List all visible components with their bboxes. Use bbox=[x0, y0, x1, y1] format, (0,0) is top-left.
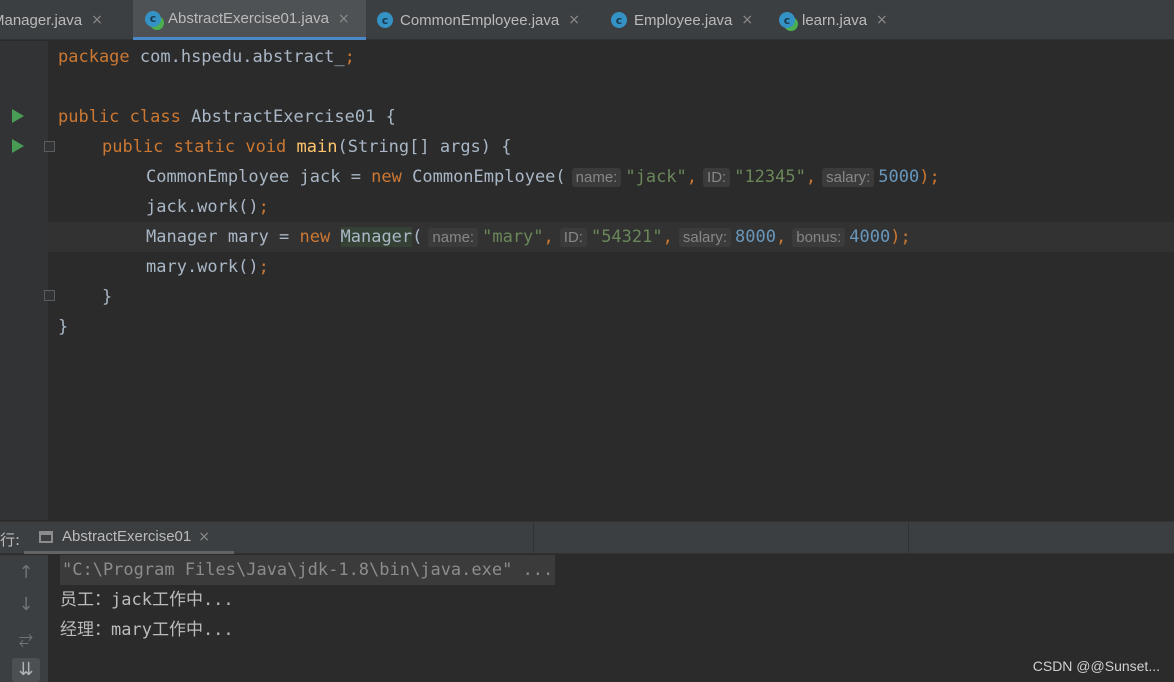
scroll-to-end-icon[interactable]: ⇊ bbox=[12, 658, 40, 682]
comma: , bbox=[805, 167, 817, 187]
code-text: ); bbox=[890, 227, 911, 247]
comma: , bbox=[662, 227, 673, 247]
code-text: ); bbox=[919, 167, 940, 187]
watermark: CSDN @@Sunset... bbox=[1032, 658, 1160, 674]
class-icon: c bbox=[779, 12, 795, 28]
class-icon: c bbox=[611, 12, 627, 28]
console-line: "C:\Program Files\Java\jdk-1.8\bin\java.… bbox=[60, 555, 556, 585]
run-class-icon[interactable] bbox=[12, 109, 24, 123]
close-icon[interactable]: × bbox=[198, 529, 210, 545]
tab-learn[interactable]: c learn.java × bbox=[779, 0, 888, 40]
code-text: mary.work() bbox=[146, 257, 259, 277]
code-text: CommonEmployee( bbox=[401, 167, 566, 187]
tab-commonemployee[interactable]: c CommonEmployee.java × bbox=[377, 0, 580, 40]
keyword: new bbox=[299, 227, 331, 247]
code-text: ( bbox=[412, 227, 423, 247]
keyword: class bbox=[129, 107, 181, 127]
param-hint: bonus: bbox=[792, 228, 846, 247]
string-literal: "jack" bbox=[625, 167, 687, 187]
close-icon[interactable]: × bbox=[338, 11, 350, 27]
tab-manager[interactable]: Manager.java × bbox=[0, 0, 103, 40]
fold-icon[interactable] bbox=[44, 290, 55, 301]
soft-wrap-icon[interactable]: ⥂ bbox=[12, 627, 40, 651]
fold-icon[interactable] bbox=[44, 141, 55, 152]
class-name: AbstractExercise01 bbox=[191, 107, 376, 127]
tab-label: learn.java bbox=[802, 11, 868, 29]
code-editor[interactable]: package com.hspedu.abstract_; public cla… bbox=[0, 41, 1174, 520]
code-line-6: jack.work(); bbox=[146, 192, 269, 222]
tab-abstractexercise01[interactable]: c AbstractExercise01.java × bbox=[133, 0, 366, 40]
code-line-8: mary.work(); bbox=[146, 252, 269, 282]
close-icon[interactable]: × bbox=[568, 12, 580, 28]
run-panel-prefix: 行: bbox=[0, 531, 21, 549]
divider bbox=[908, 522, 909, 554]
semicolon: ; bbox=[258, 197, 269, 217]
param-hint: name: bbox=[428, 228, 479, 247]
close-icon[interactable]: × bbox=[741, 12, 753, 28]
console-line: 员工：jack工作中... bbox=[60, 590, 234, 610]
console-line: 经理：mary工作中... bbox=[60, 620, 234, 640]
comma: , bbox=[686, 167, 698, 187]
comma: , bbox=[776, 227, 787, 247]
class-icon: c bbox=[377, 12, 393, 28]
param-hint: ID: bbox=[703, 168, 731, 187]
code-text: Manager mary = bbox=[146, 227, 300, 247]
param-hint: salary: bbox=[822, 168, 875, 187]
tab-label: CommonEmployee.java bbox=[400, 11, 560, 29]
semicolon: ; bbox=[344, 47, 355, 67]
code-line-7-current: Manager mary = new Manager( name: "mary", I… bbox=[48, 222, 1174, 252]
string-literal: "12345" bbox=[734, 167, 806, 187]
console-output[interactable]: "C:\Program Files\Java\jdk-1.8\bin\java.… bbox=[48, 555, 1174, 682]
number-literal: 8000 bbox=[735, 227, 776, 247]
tab-employee[interactable]: c Employee.java × bbox=[611, 0, 753, 40]
param-hint: ID: bbox=[559, 228, 587, 247]
run-tab-label: AbstractExercise01 bbox=[62, 528, 192, 545]
editor-tab-bar: Manager.java × c AbstractExercise01.java… bbox=[0, 0, 1174, 40]
code-line-5: CommonEmployee jack = new CommonEmployee… bbox=[146, 162, 940, 192]
run-tab[interactable]: AbstractExercise01 × bbox=[24, 522, 234, 554]
param-hint: name: bbox=[571, 168, 622, 187]
number-literal: 4000 bbox=[849, 227, 891, 247]
code-text: (String[] args) { bbox=[337, 137, 512, 157]
code-line-1: package com.hspedu.abstract_; bbox=[58, 42, 355, 72]
param-hint: salary: bbox=[678, 228, 732, 247]
code-text: com.hspedu.abstract_ bbox=[129, 47, 345, 67]
class-icon: c bbox=[145, 10, 161, 27]
down-arrow-icon[interactable]: ↓ bbox=[12, 593, 40, 617]
tab-label: Manager.java bbox=[0, 11, 83, 29]
code-text: CommonEmployee jack = bbox=[146, 167, 372, 187]
code-line-10: } bbox=[58, 317, 69, 337]
comma: , bbox=[543, 227, 554, 247]
keyword: package bbox=[58, 47, 130, 67]
keyword: void bbox=[245, 137, 287, 157]
string-literal: "54321" bbox=[590, 227, 663, 247]
code-line-9: } bbox=[102, 287, 113, 307]
tab-label: Employee.java bbox=[634, 11, 733, 29]
run-toolbar: ↑ ↓ ⥂ ⇊ bbox=[0, 555, 48, 682]
code-text: jack.work() bbox=[146, 197, 259, 217]
keyword: static bbox=[173, 137, 236, 157]
number-literal: 5000 bbox=[878, 167, 920, 187]
run-main-icon[interactable] bbox=[12, 139, 24, 153]
divider bbox=[533, 522, 534, 554]
run-panel-header: 行: AbstractExercise01 × bbox=[0, 521, 1174, 554]
console-icon bbox=[39, 530, 53, 543]
code-line-3: public class AbstractExercise01 { bbox=[58, 102, 396, 132]
keyword: new bbox=[371, 167, 402, 187]
editor-gutter bbox=[0, 41, 48, 520]
tab-label: AbstractExercise01.java bbox=[168, 10, 329, 27]
close-icon[interactable]: × bbox=[876, 12, 888, 28]
code-line-4: public static void main(String[] args) { bbox=[102, 132, 512, 162]
up-arrow-icon[interactable]: ↑ bbox=[12, 561, 40, 585]
keyword: public bbox=[58, 107, 120, 127]
string-literal: "mary" bbox=[482, 227, 544, 247]
keyword: public bbox=[102, 137, 164, 157]
method-name: main bbox=[296, 137, 338, 157]
close-icon[interactable]: × bbox=[91, 12, 103, 28]
semicolon: ; bbox=[258, 257, 269, 277]
class-reference: Manager bbox=[340, 227, 413, 247]
code-text: { bbox=[375, 107, 396, 127]
